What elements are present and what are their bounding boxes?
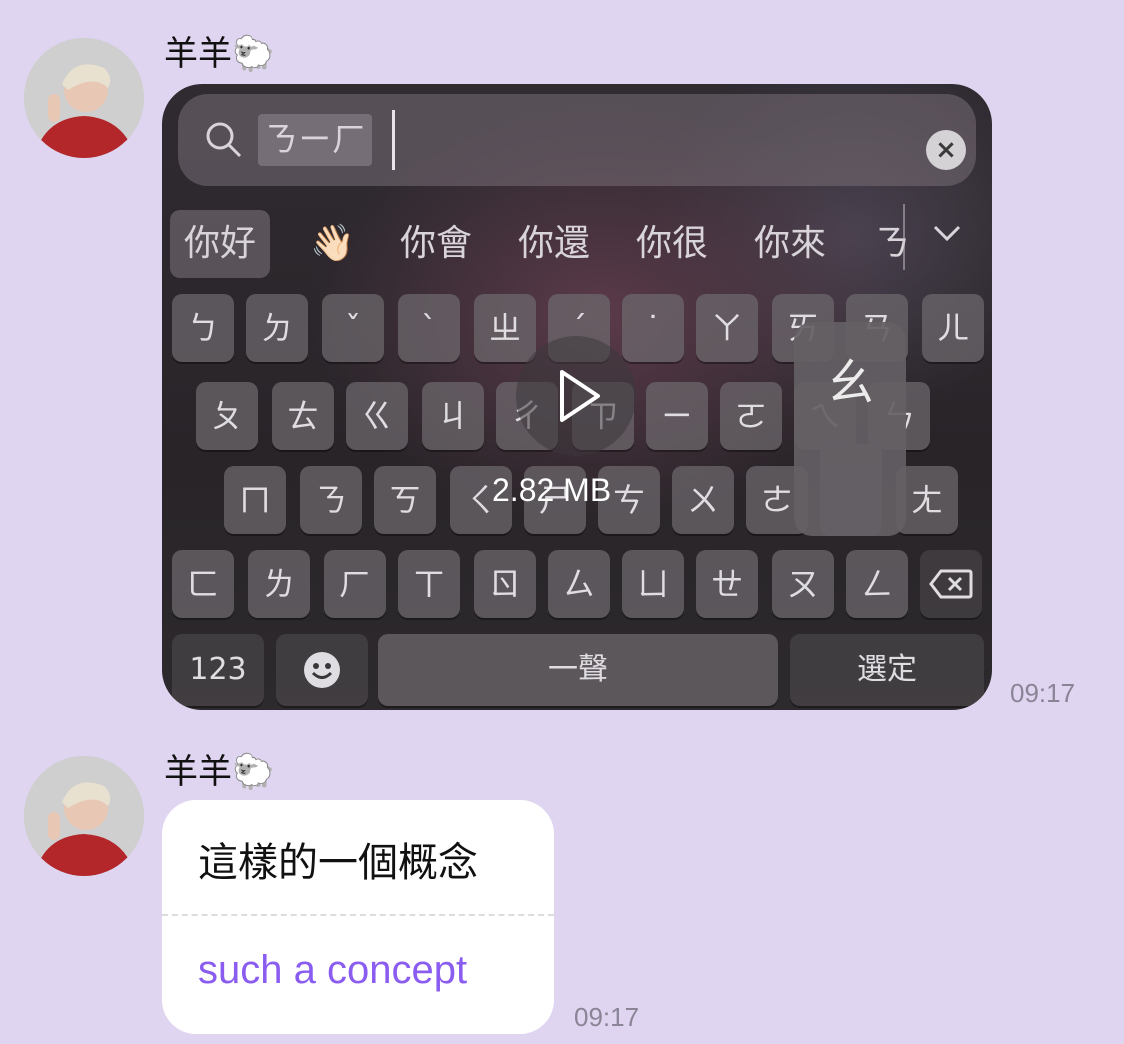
key: ㄧ [646,382,708,450]
key: ˋ [398,294,460,362]
emoji-icon [276,634,368,706]
key: ㄐ [422,382,484,450]
key: ㄇ [224,466,286,534]
key: ㄋ [300,466,362,534]
video-message[interactable]: ㄋㄧㄏ × 你好 👋🏻 你會 你還 你很 你來 ㄋ ㄅ ㄉ ˇ ˋ ㄓ ˊ ˙ … [162,84,992,710]
translation-divider [162,914,554,916]
key: ㄙ [548,550,610,618]
backspace-icon [920,550,982,618]
key: ㄚ [696,294,758,362]
search-icon [204,120,244,164]
sender-name: 羊羊🐑 [164,752,275,792]
key: ㄝ [696,550,758,618]
candidate-divider [903,204,905,270]
timestamp: 09:17 [1010,678,1076,708]
avatar[interactable] [24,756,144,876]
key: ㄥ [846,550,908,618]
key: ㄊ [272,382,334,450]
key: ㄩ [622,550,684,618]
space-key: 一聲 [378,634,778,706]
key: ㄨ [672,466,734,534]
key: ㄖ [474,550,536,618]
enter-key: 選定 [790,634,984,706]
key: ㄉ [246,294,308,362]
clear-icon: × [926,130,966,170]
play-button[interactable] [516,336,636,456]
key: ˇ [322,294,384,362]
timestamp: 09:17 [574,1002,640,1032]
chevron-down-icon [932,218,962,253]
key: ㄍ [346,382,408,450]
avatar[interactable] [24,38,144,158]
key: ㄆ [196,382,258,450]
key: ㄦ [922,294,984,362]
candidate-2: 你會 [400,223,473,264]
key: ㄏ [324,550,386,618]
key: ㄎ [374,466,436,534]
key: ㄡ [772,550,834,618]
search-bar: ㄋㄧㄏ × [178,94,976,186]
key: ㄅ [172,294,234,362]
candidate-3: 你還 [518,223,591,264]
key-popup: ㄠ [794,322,906,536]
key: ㄒ [398,550,460,618]
candidate-0: 你好 [170,210,271,278]
message-text: 這樣的一個概念 [198,840,478,886]
key-123: 123 [172,634,264,706]
translation-text: such a concept [198,948,468,992]
candidate-1: 👋🏻 [310,223,355,264]
text-message-bubble[interactable]: 這樣的一個概念 such a concept [162,800,554,1034]
file-size: 2.82 MB [492,472,612,508]
text-caret [392,110,395,170]
key: ㄛ [720,382,782,450]
key: ㄈ [172,550,234,618]
key: ㄌ [248,550,310,618]
search-text: ㄋㄧㄏ [258,114,372,166]
sender-name: 羊羊🐑 [164,34,275,74]
candidate-5: 你來 [754,223,827,264]
candidate-4: 你很 [636,223,709,264]
